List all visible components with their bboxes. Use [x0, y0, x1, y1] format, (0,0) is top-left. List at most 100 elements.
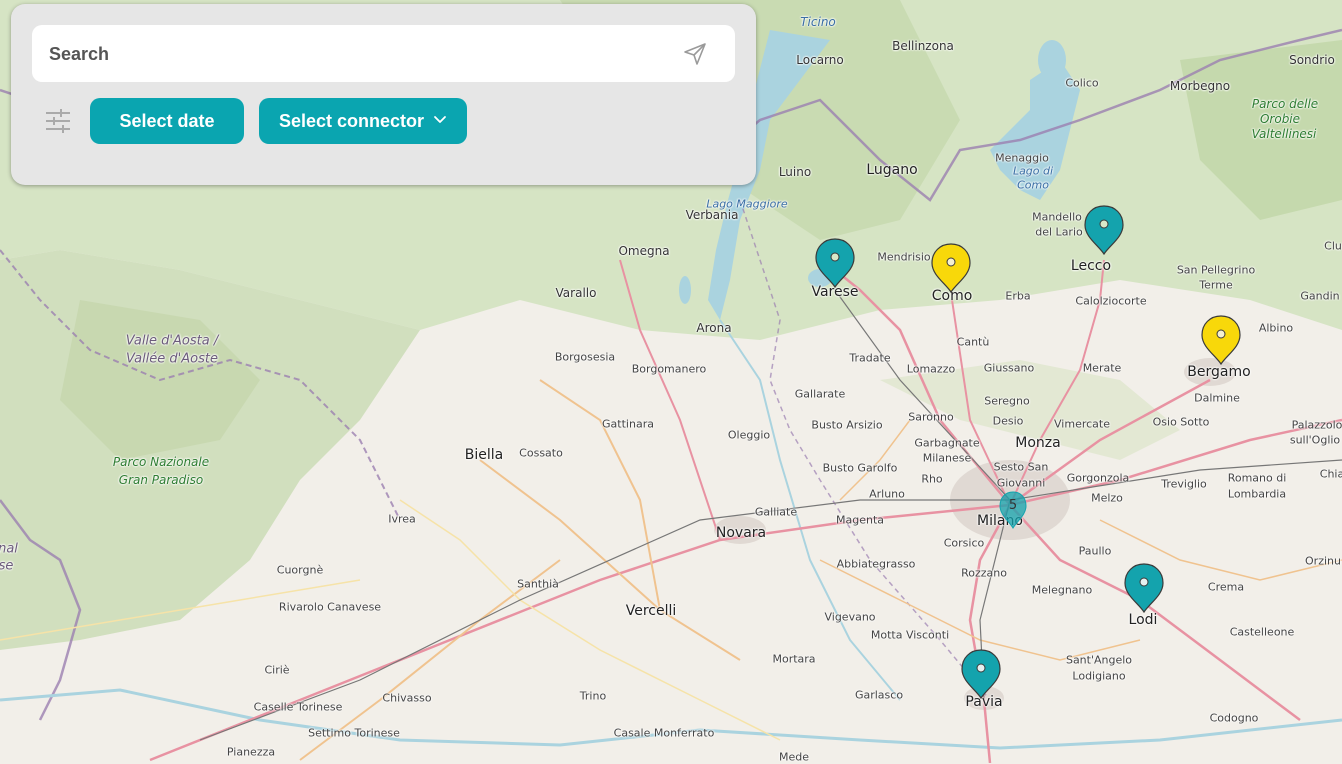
- map-label: Mendrisio: [877, 250, 931, 264]
- map-label: Chia: [1319, 467, 1342, 481]
- select-connector-dropdown[interactable]: Select connector: [259, 98, 467, 144]
- map-label: Rivarolo Canavese: [278, 600, 382, 614]
- map-pin-marker-varese[interactable]: [814, 237, 856, 289]
- map-pin-marker-lecco[interactable]: [1083, 204, 1125, 256]
- map-label: Casale Monferrato: [613, 726, 715, 740]
- map-label: Vimercate: [1054, 417, 1110, 431]
- map-label: Lodi: [1128, 612, 1158, 628]
- map-pin-marker-bergamo[interactable]: [1200, 314, 1242, 366]
- map-label: Osio Sotto: [1152, 415, 1210, 429]
- map-label: Castelleone: [1229, 625, 1295, 639]
- map-label: Gorgonzola: [1066, 471, 1130, 485]
- map-label: Corsico: [943, 536, 985, 550]
- search-box: [32, 25, 735, 84]
- map-label: Busto Garolfo: [822, 461, 898, 475]
- map-label: Pianezza: [226, 745, 276, 759]
- map-label: Magenta: [835, 513, 885, 527]
- map-label: Sondrio: [1289, 53, 1335, 67]
- map-label: Gandin: [1300, 289, 1340, 303]
- map-label: Mandello: [1032, 210, 1082, 224]
- map-label: Lombardia: [1227, 487, 1287, 501]
- map-label: Albino: [1258, 321, 1294, 335]
- map-pin-marker-lodi[interactable]: [1123, 562, 1165, 614]
- map-label: Palazzolo: [1291, 418, 1342, 432]
- map-label: Vallée d'Aoste: [126, 351, 218, 367]
- select-date-label: Select date: [119, 110, 215, 131]
- map-label: Chivasso: [382, 691, 432, 705]
- search-input[interactable]: [47, 25, 651, 84]
- map-label: Vigevano: [824, 610, 876, 624]
- map-label: Lecco: [1070, 258, 1112, 274]
- map-label: del Lario: [1035, 225, 1083, 239]
- map-label: Desio: [992, 414, 1024, 428]
- filter-sliders-icon[interactable]: [45, 108, 71, 134]
- map-label: Sant'Angelo: [1065, 653, 1133, 667]
- map-label: Seregno: [984, 394, 1030, 408]
- map-label: Orzinu: [1305, 554, 1341, 568]
- map-label: Colico: [1065, 76, 1099, 90]
- map-label: Gallarate: [794, 387, 846, 401]
- map-label: Dalmine: [1194, 391, 1240, 405]
- map-label: Vercelli: [625, 603, 677, 619]
- map-label: Rozzano: [961, 566, 1007, 580]
- map-cluster-marker[interactable]: 5: [998, 490, 1028, 530]
- map-label: Erba: [1005, 289, 1031, 303]
- map-pin-marker-como[interactable]: [930, 242, 972, 294]
- chevron-down-icon: [434, 116, 446, 123]
- map-label: Settimo Torinese: [308, 726, 400, 740]
- map-label: Varallo: [555, 286, 597, 300]
- map-label: Crema: [1207, 580, 1245, 594]
- map-label: Romano di: [1227, 471, 1287, 485]
- search-filter-panel: Select date Select connector: [11, 4, 756, 185]
- map-label: Trino: [579, 689, 607, 703]
- map-label: Arona: [696, 321, 732, 335]
- map-label: Verbania: [685, 208, 739, 222]
- map-label: San Pellegrino: [1176, 263, 1256, 277]
- map-label: Ciriè: [264, 663, 290, 677]
- map-label: Garbagnate: [914, 436, 980, 450]
- map-label: Locarno: [796, 53, 844, 67]
- map-label: Borgomanero: [631, 362, 707, 376]
- map-label: Galliate: [754, 505, 798, 519]
- map-label: Rho: [921, 472, 943, 486]
- map-pin-marker-pavia[interactable]: [960, 648, 1002, 700]
- map-label: Mortara: [772, 652, 816, 666]
- map-label: Lodigiano: [1072, 669, 1126, 683]
- map-label: Garlasco: [854, 688, 904, 702]
- map-label: Santhià: [517, 577, 559, 591]
- map-label: Busto Arsizio: [811, 418, 883, 432]
- map-label: Saronno: [908, 410, 954, 424]
- select-connector-label: Select connector: [279, 110, 425, 131]
- map-label: Gattinara: [602, 417, 654, 431]
- map-label: Como: [1017, 178, 1049, 192]
- map-label: Caselle Torinese: [253, 700, 343, 714]
- map-label: Motta Visconti: [870, 628, 950, 642]
- select-date-button[interactable]: Select date: [90, 98, 244, 144]
- map-label: Novara: [715, 525, 767, 541]
- map-label: Calolziocorte: [1075, 294, 1147, 308]
- map-label: Sesto San: [993, 460, 1049, 474]
- map-label: Valle d'Aosta /: [125, 333, 219, 349]
- map-label: Giovanni: [996, 476, 1046, 490]
- map-label: Omegna: [618, 244, 670, 258]
- map-label: Bergamo: [1187, 364, 1251, 380]
- map-label: Mede: [778, 750, 810, 764]
- map-label: Clu: [1324, 239, 1342, 253]
- map-label: Menaggio: [995, 151, 1049, 165]
- map-label: Milanese: [922, 451, 972, 465]
- map-label: se: [0, 558, 14, 574]
- map-label: Codogno: [1209, 711, 1259, 725]
- map-label: Abbiategrasso: [836, 557, 916, 571]
- map-label: Luino: [778, 165, 812, 179]
- map-label: Morbegno: [1169, 79, 1231, 93]
- map-label: Giussano: [983, 361, 1035, 375]
- map-label: Parco Nazionale: [112, 455, 210, 469]
- map-label: sull'Oglio: [1289, 433, 1341, 447]
- send-icon[interactable]: [683, 42, 707, 66]
- map-label: Lomazzo: [906, 362, 956, 376]
- map-label: Valtellinesi: [1251, 127, 1317, 141]
- map-label: Bellinzona: [892, 39, 954, 53]
- map-label: Lugano: [866, 162, 918, 178]
- map-label: Gran Paradiso: [118, 473, 204, 487]
- map-label: Paullo: [1078, 544, 1112, 558]
